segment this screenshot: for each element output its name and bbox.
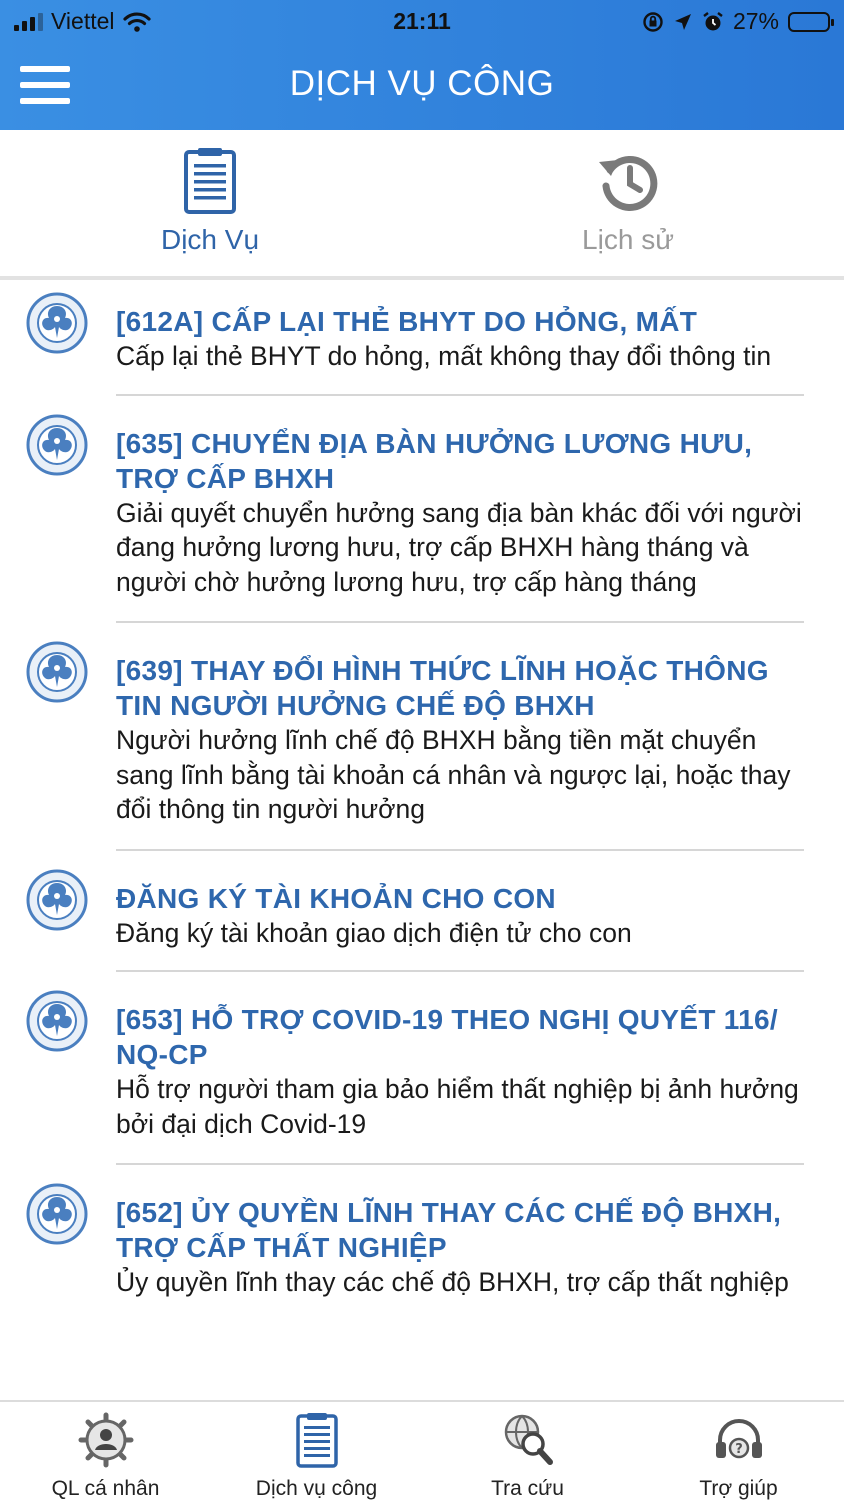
bottom-nav: QL cá nhân Dịch vụ công Tra cứu ? Trợ gi… bbox=[0, 1400, 844, 1500]
bhxh-logo-icon bbox=[26, 869, 88, 930]
service-description: Người hưởng lĩnh chế độ BHXH bằng tiền m… bbox=[116, 725, 791, 824]
nav-label: Dịch vụ công bbox=[255, 1477, 378, 1500]
nav-ql-ca-nhan[interactable]: QL cá nhân bbox=[0, 1402, 211, 1500]
battery-percent: 27% bbox=[732, 8, 779, 34]
status-bar: Viettel 21:11 27% bbox=[0, 0, 844, 44]
service-description: Hỗ trợ người tham gia bảo hiểm thất nghi… bbox=[116, 1074, 799, 1139]
service-item[interactable]: [635] CHUYỂN ĐỊA BÀN HƯỞNG LƯƠNG HƯU, TR… bbox=[0, 396, 844, 623]
bhxh-logo-icon bbox=[26, 641, 88, 703]
nav-label: Tra cứu bbox=[491, 1477, 564, 1500]
location-arrow-icon bbox=[674, 13, 691, 30]
service-item[interactable]: [612A] CẤP LẠI THẺ BHYT DO HỎNG, MẤT Cấp… bbox=[0, 284, 844, 396]
nav-label: Trợ giúp bbox=[699, 1477, 778, 1500]
service-title: [653] HỖ TRỢ COVID-19 THEO NGHỊ QUYẾT 11… bbox=[116, 1004, 778, 1070]
service-description: Cấp lại thẻ BHYT do hỏng, mất không thay… bbox=[116, 341, 772, 371]
service-description: Ủy quyền lĩnh thay các chế độ BHXH, trợ … bbox=[116, 1267, 789, 1297]
nav-label: QL cá nhân bbox=[51, 1477, 160, 1500]
bhxh-logo-icon bbox=[26, 292, 88, 354]
bhxh-logo-icon bbox=[26, 1183, 88, 1245]
service-title: [612A] CẤP LẠI THẺ BHYT DO HỎNG, MẤT bbox=[116, 306, 698, 337]
orientation-lock-icon bbox=[643, 11, 663, 32]
tab-lich-su-label: Lịch sử bbox=[582, 224, 674, 255]
headset-help-icon: ? bbox=[716, 1419, 762, 1459]
bhxh-logo-icon bbox=[26, 990, 88, 1052]
service-list: [612A] CẤP LẠI THẺ BHYT DO HỎNG, MẤT Cấp… bbox=[0, 284, 844, 1400]
alarm-icon bbox=[703, 11, 723, 30]
document-list-icon bbox=[184, 148, 236, 214]
service-item[interactable]: ĐĂNG KÝ TÀI KHOẢN CHO CON Đăng ký tài kh… bbox=[0, 851, 844, 972]
nav-tro-giup[interactable]: ? Trợ giúp bbox=[633, 1402, 844, 1500]
tab-lich-su[interactable]: Lịch sử bbox=[478, 130, 778, 276]
page-title: DỊCH VỤ CÔNG bbox=[289, 64, 555, 103]
history-icon bbox=[599, 155, 658, 211]
nav-dich-vu-cong[interactable]: Dịch vụ công bbox=[211, 1402, 422, 1500]
service-title: ĐĂNG KÝ TÀI KHOẢN CHO CON bbox=[116, 882, 556, 914]
tab-dich-vu[interactable]: Dịch Vụ bbox=[60, 130, 360, 276]
bhxh-logo-icon bbox=[26, 414, 88, 475]
service-description: Đăng ký tài khoản giao dịch điện tử cho … bbox=[116, 917, 632, 948]
service-title: [639] THAY ĐỔI HÌNH THỨC LĨNH HOẶC THÔNG… bbox=[116, 655, 769, 721]
globe-search-icon bbox=[504, 1414, 553, 1465]
personal-gear-icon bbox=[78, 1412, 134, 1468]
service-item[interactable]: [653] HỖ TRỢ COVID-19 THEO NGHỊ QUYẾT 11… bbox=[0, 972, 844, 1165]
service-description: Giải quyết chuyển hưởng sang địa bàn khá… bbox=[116, 497, 802, 597]
document-list-icon bbox=[296, 1413, 338, 1468]
service-item[interactable]: [652] ỦY QUYỀN LĨNH THAY CÁC CHẾ ĐỘ BHXH… bbox=[0, 1165, 844, 1300]
tab-dich-vu-label: Dịch Vụ bbox=[160, 224, 260, 255]
nav-tra-cuu[interactable]: Tra cứu bbox=[422, 1402, 633, 1500]
battery-icon bbox=[788, 11, 834, 32]
service-title: [652] ỦY QUYỀN LĨNH THAY CÁC CHẾ ĐỘ BHXH… bbox=[116, 1197, 782, 1263]
app-header: Viettel 21:11 27% DỊCH VỤ CÔNG bbox=[0, 0, 844, 130]
svg-text:?: ? bbox=[735, 1442, 743, 1457]
service-tabs: Dịch Vụ Lịch sử bbox=[0, 130, 844, 280]
service-item[interactable]: [639] THAY ĐỔI HÌNH THỨC LĨNH HOẶC THÔNG… bbox=[0, 623, 844, 851]
service-title: [635] CHUYỂN ĐỊA BÀN HƯỞNG LƯƠNG HƯU, TR… bbox=[116, 427, 753, 494]
